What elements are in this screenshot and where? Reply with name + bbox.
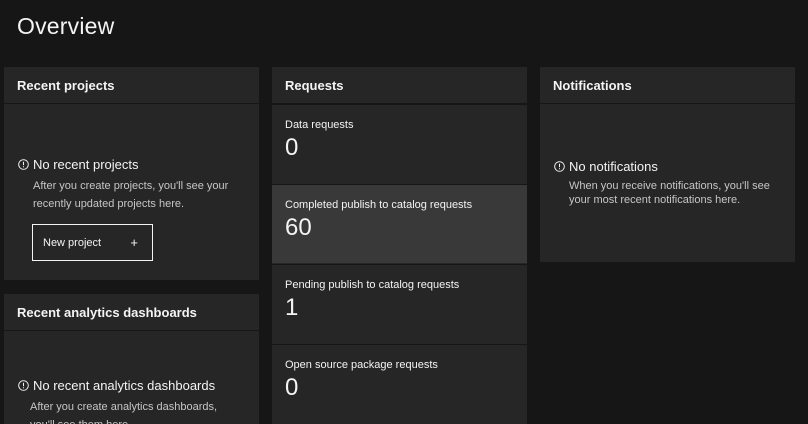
recent-dashboards-empty-desc-line-1: After you create analytics dashboards, bbox=[30, 401, 218, 413]
recent-projects-empty-desc-line-2: recently updated projects here. bbox=[33, 198, 185, 210]
requests-tile: Requests Data requests 0 Completed publi… bbox=[272, 67, 527, 424]
request-item-completed-publish[interactable]: Completed publish to catalog requests 60 bbox=[272, 184, 527, 263]
request-item-count: 0 bbox=[285, 134, 299, 161]
recent-projects-header: Recent projects bbox=[4, 67, 259, 104]
requests-header: Requests bbox=[272, 67, 527, 104]
request-item-data[interactable]: Data requests 0 bbox=[272, 104, 527, 183]
recent-dashboards-empty-state: No recent analytics dashboards After you… bbox=[18, 378, 217, 424]
recent-projects-empty-title: No recent projects bbox=[18, 157, 228, 172]
request-item-label: Open source package requests bbox=[285, 359, 438, 371]
request-item-label: Completed publish to catalog requests bbox=[285, 199, 473, 211]
new-project-button[interactable]: New project + bbox=[32, 224, 153, 261]
recent-projects-empty-desc: After you create projects, you'll see yo… bbox=[18, 177, 228, 213]
new-project-button-label: New project bbox=[43, 236, 102, 249]
request-item-count: 60 bbox=[285, 214, 312, 241]
recent-projects-tile: Recent projects No recent projects After… bbox=[4, 67, 259, 280]
information-icon bbox=[18, 380, 29, 391]
request-item-open-source-package[interactable]: Open source package requests 0 bbox=[272, 344, 527, 423]
recent-projects-empty-title-text: No recent projects bbox=[33, 157, 139, 172]
recent-dashboards-empty-desc: After you create analytics dashboards, y… bbox=[18, 398, 217, 424]
request-item-count: 1 bbox=[285, 294, 299, 321]
notifications-empty-title-text: No notifications bbox=[569, 159, 658, 174]
notifications-empty-state: No notifications When you receive notifi… bbox=[554, 159, 770, 209]
overview-page: Overview Recent projects No recent proje… bbox=[0, 0, 808, 424]
request-item-count: 0 bbox=[285, 374, 299, 401]
recent-dashboards-empty-desc-line-2: you'll see them here. bbox=[30, 416, 217, 424]
request-item-pending-publish[interactable]: Pending publish to catalog requests 1 bbox=[272, 264, 527, 343]
notifications-empty-desc: When you receive notifications, you'll s… bbox=[554, 177, 770, 209]
recent-dashboards-empty-title: No recent analytics dashboards bbox=[18, 378, 217, 393]
information-icon bbox=[554, 161, 565, 172]
page-title: Overview bbox=[17, 13, 115, 39]
add-icon: + bbox=[130, 235, 138, 250]
information-icon bbox=[18, 159, 29, 170]
recent-dashboards-tile: Recent analytics dashboards No recent an… bbox=[4, 294, 259, 424]
notifications-empty-title: No notifications bbox=[554, 159, 770, 174]
notifications-header: Notifications bbox=[540, 67, 795, 104]
request-item-label: Pending publish to catalog requests bbox=[285, 279, 460, 291]
recent-dashboards-empty-title-text: No recent analytics dashboards bbox=[33, 378, 216, 393]
recent-projects-empty-state: No recent projects After you create proj… bbox=[18, 157, 228, 213]
recent-projects-empty-desc-line-1: After you create projects, you'll see yo… bbox=[33, 180, 229, 192]
request-item-label: Data requests bbox=[285, 119, 354, 131]
notifications-tile: Notifications No notifications When you … bbox=[540, 67, 795, 262]
notifications-empty-desc-line-2: your most recent notifications here. bbox=[569, 194, 741, 206]
recent-dashboards-header: Recent analytics dashboards bbox=[4, 294, 259, 331]
